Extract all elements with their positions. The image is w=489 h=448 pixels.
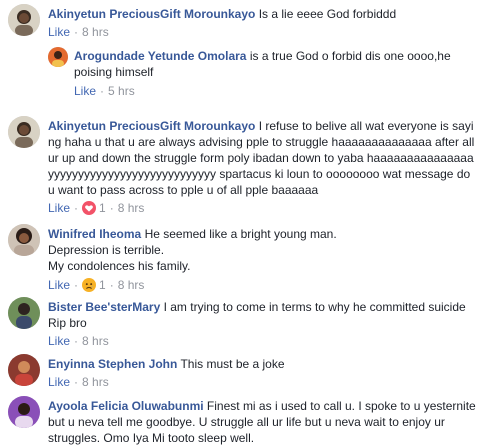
comment-line-1: Bister Bee'sterMary I am trying to come … [48, 299, 478, 315]
separator: · [74, 25, 79, 39]
comment-line-2: Rip bro [48, 316, 87, 330]
timestamp[interactable]: 8 hrs [118, 200, 145, 216]
commenter-name[interactable]: Arogundade Yetunde Omolara [74, 49, 246, 63]
comment-meta: Like · 5 hrs [74, 83, 135, 99]
like-link[interactable]: Like [74, 83, 96, 99]
comment-text: Enyinna Stephen John This must be a joke [48, 356, 478, 372]
avatar[interactable] [8, 297, 40, 329]
comment-text: Akinyetun PreciousGift Morounkayo I refu… [48, 118, 478, 198]
comment-meta: Like · 1 · 8 hrs [48, 200, 144, 216]
comment-text: Ayoola Felicia Oluwabunmi Finest mi as i… [48, 398, 478, 446]
timestamp[interactable]: 8 hrs [82, 374, 109, 390]
comment-meta: Like · 1 · 8 hrs [48, 277, 144, 293]
sad-reaction-icon[interactable] [82, 278, 97, 292]
commenter-name[interactable]: Akinyetun PreciousGift Moroun​kayo [48, 7, 255, 21]
avatar[interactable] [8, 224, 40, 256]
separator: · [100, 84, 105, 98]
separator: · [109, 278, 114, 292]
commenter-name[interactable]: Enyinna Stephen John [48, 357, 177, 371]
comment-body: This must be a joke [177, 357, 285, 371]
reaction-count[interactable]: 1 [99, 277, 106, 293]
commenter-name[interactable]: Akinyetun PreciousGift Morounkayo [48, 119, 255, 133]
comment-body: Is a lie eeee God forbiddd [255, 7, 397, 21]
avatar[interactable] [8, 116, 40, 148]
comment-text: Bister Bee'sterMary I am trying to come … [48, 299, 478, 331]
commenter-name[interactable]: Winifred Iheoma [48, 227, 141, 241]
timestamp[interactable]: 8 hrs [82, 24, 109, 40]
like-link[interactable]: Like [48, 24, 70, 40]
reaction-count[interactable]: 1 [99, 200, 106, 216]
separator: · [74, 201, 79, 215]
commenter-name[interactable]: Ayoola Felicia Oluwabunmi [48, 399, 204, 413]
separator: · [109, 201, 114, 215]
timestamp[interactable]: 5 hrs [108, 83, 135, 99]
comment-text: Winifred Iheoma He seemed like a bright … [48, 226, 478, 274]
comment-line-3: My condolences his family. [48, 259, 191, 273]
like-link[interactable]: Like [48, 333, 70, 349]
comment-line-1: Winifred Iheoma He seemed like a bright … [48, 226, 478, 242]
comment-text: Akinyetun PreciousGift Moroun​kayo Is a … [48, 6, 478, 22]
commenter-name[interactable]: Bister Bee'sterMary [48, 300, 160, 314]
comment-body: He seemed like a bright young man. [141, 227, 337, 241]
heart-reaction-icon[interactable] [82, 201, 97, 215]
comment-meta: Like · 8 hrs [48, 333, 109, 349]
comment-meta: Like · 8 hrs [48, 374, 109, 390]
separator: · [74, 375, 79, 389]
timestamp[interactable]: 8 hrs [82, 333, 109, 349]
separator: · [74, 334, 79, 348]
like-link[interactable]: Like [48, 200, 70, 216]
comment-text: Arogundade Yetunde Omolara is a true God… [74, 48, 478, 80]
timestamp[interactable]: 8 hrs [118, 277, 145, 293]
like-link[interactable]: Like [48, 374, 70, 390]
comment-meta: Like · 8 hrs [48, 24, 109, 40]
avatar[interactable] [48, 47, 68, 67]
avatar[interactable] [8, 354, 40, 386]
separator: · [74, 278, 79, 292]
comment-body: I am trying to come in terms to why he c… [160, 300, 466, 314]
comment-line-2: Depression is terrible. [48, 243, 165, 257]
avatar[interactable] [8, 396, 40, 428]
avatar[interactable] [8, 4, 40, 36]
like-link[interactable]: Like [48, 277, 70, 293]
